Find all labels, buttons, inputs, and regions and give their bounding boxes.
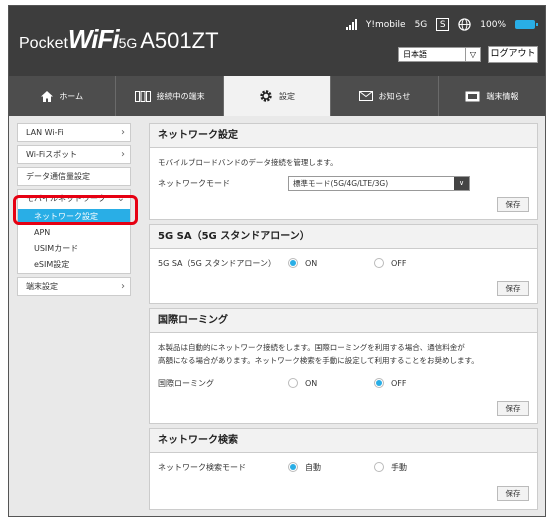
search-manual-radio[interactable]: 手動 xyxy=(374,462,460,473)
search-mode-label: ネットワーク検索モード xyxy=(158,462,246,472)
radio-unselected-icon xyxy=(374,462,384,472)
sa-label: 5G SA（5G スタンドアローン） xyxy=(158,258,276,268)
radio-label: ON xyxy=(305,378,318,388)
network-search-section: ネットワーク検索 ネットワーク検索モード 自動 手動 保存 xyxy=(149,428,538,510)
tab-device-info-label: 端末情報 xyxy=(486,91,519,101)
sa-off-radio[interactable]: OFF xyxy=(374,258,460,268)
globe-icon xyxy=(458,18,471,31)
network-mode-label: ネットワークモード xyxy=(158,178,230,188)
main-content: ネットワーク設定 モバイルブロードバンドのデータ接続を管理します。 ネットワーク… xyxy=(149,123,538,514)
sidebar-item-usim-card[interactable]: USIMカード xyxy=(18,241,130,257)
tab-device-info[interactable]: 端末情報 xyxy=(439,76,545,116)
sa-section: 5G SA（5G スタンドアローン） 5G SA（5G スタンドアローン） ON… xyxy=(149,224,538,304)
sidebar-item-label: データ通信量設定 xyxy=(26,172,90,181)
radio-selected-icon xyxy=(374,378,384,388)
sa-on-radio[interactable]: ON xyxy=(288,258,374,268)
chevron-right-icon: › xyxy=(121,127,125,138)
tab-devices[interactable]: 接続中の端末 xyxy=(116,76,224,116)
roaming-label: 国際ローミング xyxy=(158,378,214,388)
sidebar-item-lan-wifi[interactable]: LAN Wi-Fi › xyxy=(17,123,131,142)
save-button[interactable]: 保存 xyxy=(497,401,529,416)
logo-wifi: WiFi xyxy=(67,24,120,54)
search-auto-radio[interactable]: 自動 xyxy=(288,462,374,473)
logo-5g: 5G xyxy=(118,35,138,51)
logo: PocketWiFi5G A501ZT xyxy=(19,24,219,55)
carrier-name: Y!mobile xyxy=(365,19,406,30)
roaming-description-line-1: 本製品は自動的にネットワーク接続をします。国際ローミングを利用する場合、通信料金… xyxy=(158,343,465,352)
network-mode-select[interactable]: 標準モード(5G/4G/LTE/3G) ∨ xyxy=(288,175,470,191)
tab-devices-label: 接続中の端末 xyxy=(156,91,205,101)
section-title: ネットワーク検索 xyxy=(150,429,537,453)
network-type: 5G xyxy=(414,19,428,30)
language-select[interactable]: 日本語 ▽ xyxy=(398,47,481,62)
sidebar-item-wifi-spot[interactable]: Wi-Fiスポット › xyxy=(17,145,131,164)
network-mode-value: 標準モード(5G/4G/LTE/3G) xyxy=(293,178,389,188)
sidebar-item-data-usage[interactable]: データ通信量設定 xyxy=(17,167,131,186)
radio-label: OFF xyxy=(391,378,407,388)
section-title: 5G SA（5G スタンドアローン） xyxy=(150,225,537,249)
info-icon xyxy=(465,91,480,101)
section-title: 国際ローミング xyxy=(150,309,537,333)
radio-unselected-icon xyxy=(288,378,298,388)
header: PocketWiFi5G A501ZT Y!mobile 5G S 100% 日本… xyxy=(9,6,545,76)
tab-settings[interactable]: 設定 xyxy=(223,76,332,116)
battery-level: 100% xyxy=(480,19,506,30)
sidebar-item-label: 端末設定 xyxy=(26,282,58,291)
section-title: ネットワーク設定 xyxy=(150,124,537,148)
model-name: A501ZT xyxy=(140,28,219,53)
gear-icon xyxy=(260,90,272,102)
status-bar: Y!mobile 5G S 100% xyxy=(345,18,538,31)
tab-home[interactable]: ホーム xyxy=(9,76,117,116)
save-button[interactable]: 保存 xyxy=(497,197,529,212)
roaming-description-line-2: 高額になる場合があります。ネットワーク検索を手動に設定して利用することをお奨めし… xyxy=(158,356,479,365)
logout-button[interactable]: ログアウト xyxy=(488,46,538,63)
home-icon xyxy=(41,90,54,102)
battery-icon xyxy=(515,20,538,29)
roaming-on-radio[interactable]: ON xyxy=(288,378,374,388)
chevron-down-icon: ∨ xyxy=(454,176,469,190)
app-frame: PocketWiFi5G A501ZT Y!mobile 5G S 100% 日本… xyxy=(8,5,546,517)
tab-notices-label: お知らせ xyxy=(378,91,411,101)
radio-label: 自動 xyxy=(305,462,321,472)
sidebar-item-esim-settings[interactable]: eSIM設定 xyxy=(18,257,130,273)
roaming-section: 国際ローミング 本製品は自動的にネットワーク接続をします。国際ローミングを利用す… xyxy=(149,308,538,424)
main-nav: ホーム 接続中の端末 設定 お知らせ 端末情報 xyxy=(9,76,545,116)
logo-pocket: Pocket xyxy=(19,35,68,52)
sidebar-item-apn[interactable]: APN xyxy=(18,225,130,241)
radio-selected-icon xyxy=(288,258,298,268)
sim-indicator: S xyxy=(436,18,450,31)
chevron-right-icon: › xyxy=(121,281,125,292)
network-settings-section: ネットワーク設定 モバイルブロードバンドのデータ接続を管理します。 ネットワーク… xyxy=(149,123,538,220)
highlight-frame xyxy=(13,195,138,225)
tab-notices[interactable]: お知らせ xyxy=(331,76,439,116)
devices-icon xyxy=(134,90,151,102)
radio-label: OFF xyxy=(391,258,407,268)
roaming-off-radio[interactable]: OFF xyxy=(374,378,460,388)
sidebar-item-label: LAN Wi-Fi xyxy=(26,128,64,137)
tab-settings-label: 設定 xyxy=(279,91,296,101)
language-value: 日本語 xyxy=(403,50,427,59)
save-button[interactable]: 保存 xyxy=(497,281,529,296)
tab-home-label: ホーム xyxy=(59,91,84,101)
sidebar-item-device-settings[interactable]: 端末設定 › xyxy=(17,277,131,296)
signal-icon xyxy=(345,19,357,30)
chevron-down-icon: ▽ xyxy=(465,48,480,61)
section-description: モバイルブロードバンドのデータ接続を管理します。 xyxy=(158,158,338,167)
radio-label: ON xyxy=(305,258,318,268)
sidebar-item-label: Wi-Fiスポット xyxy=(26,150,78,159)
save-button[interactable]: 保存 xyxy=(497,486,529,501)
radio-selected-icon xyxy=(288,462,298,472)
radio-unselected-icon xyxy=(374,258,384,268)
radio-label: 手動 xyxy=(391,462,407,472)
chevron-right-icon: › xyxy=(121,149,125,160)
mail-icon xyxy=(358,91,373,101)
